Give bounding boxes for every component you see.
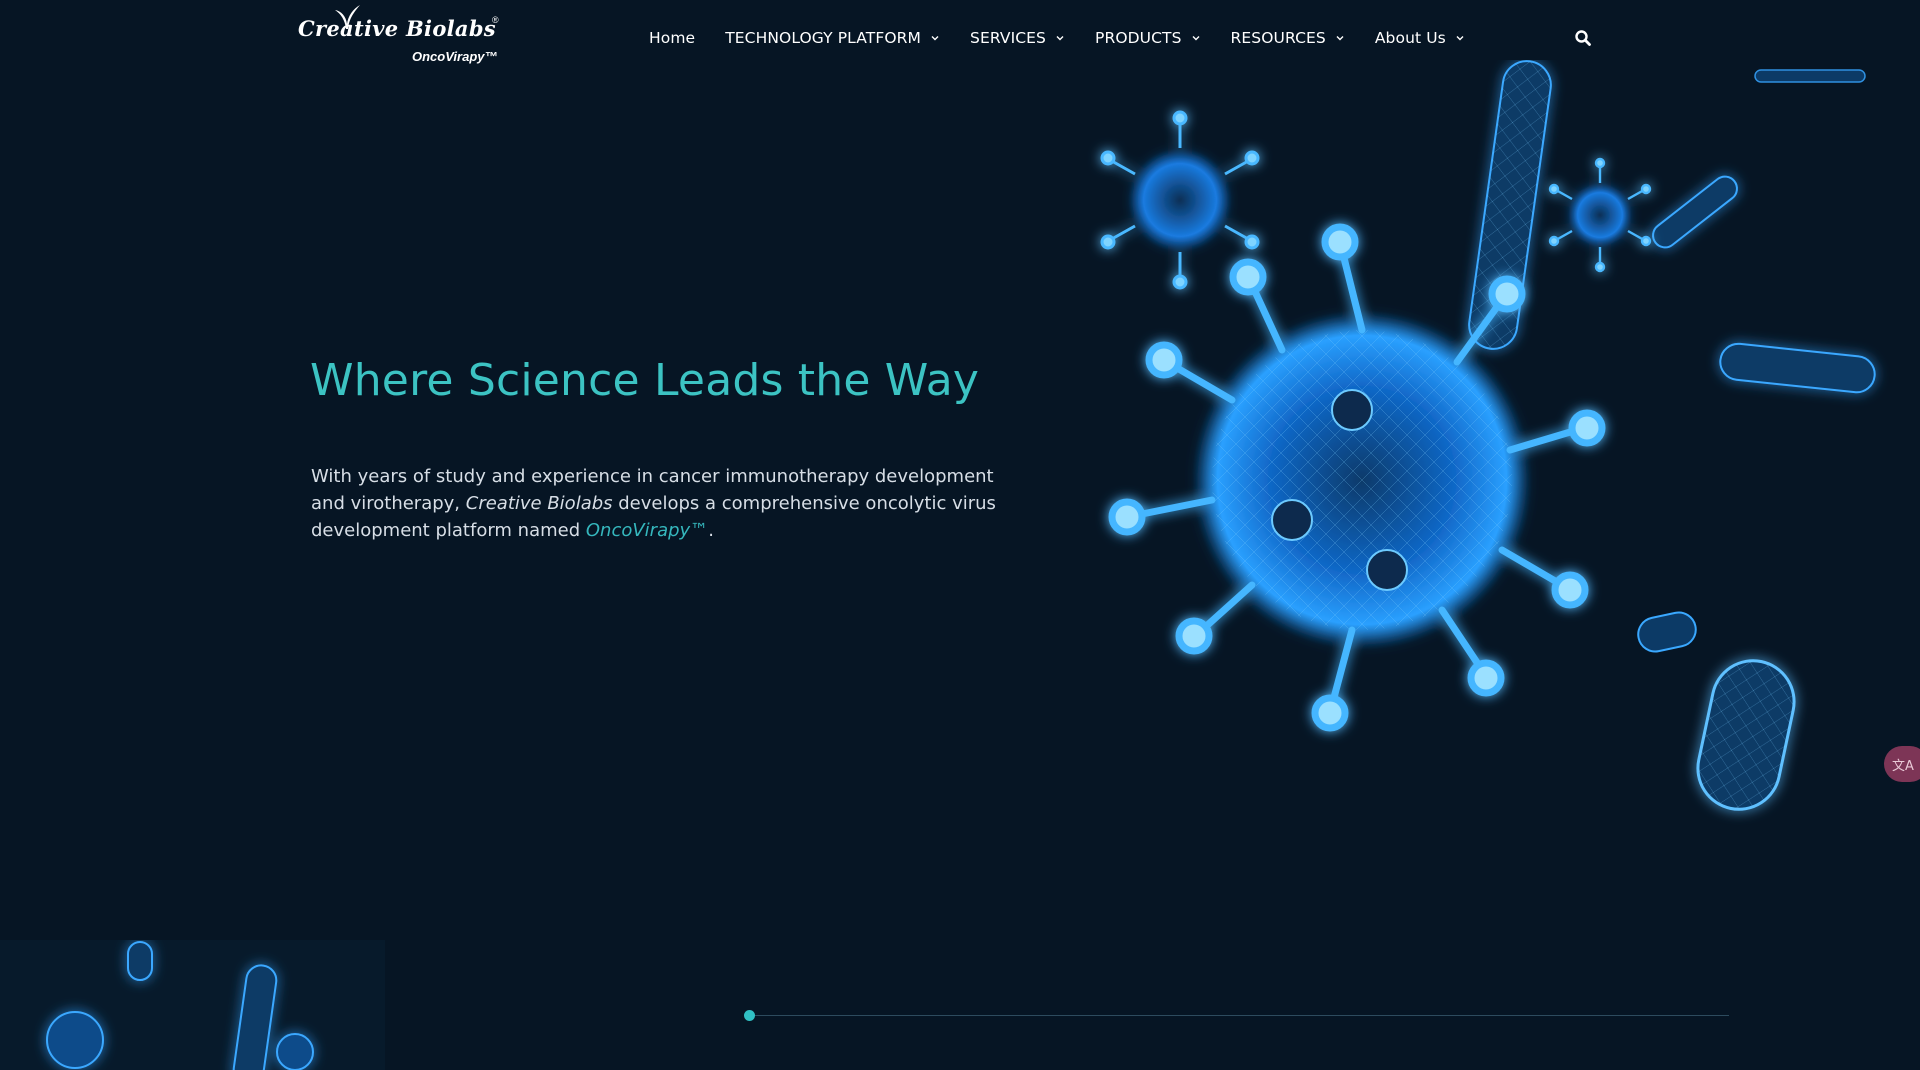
chevron-down-icon — [1056, 35, 1064, 40]
search-icon[interactable] — [1573, 28, 1593, 48]
nav-item-label: TECHNOLOGY PLATFORM — [725, 28, 922, 47]
logo-brand-text: Creative Biolabs — [298, 16, 496, 41]
nav-item-services[interactable]: SERVICES — [970, 29, 1065, 47]
chevron-down-icon — [1456, 35, 1464, 40]
main-virus — [1108, 223, 1606, 732]
nav-item-resources[interactable]: RESOURCES — [1231, 29, 1345, 47]
bacterium-capsule — [1696, 659, 1796, 811]
nav-item-about-us[interactable]: About Us — [1375, 29, 1465, 47]
hero-description: With years of study and experience in ca… — [311, 463, 1011, 544]
slide-thumbnail[interactable] — [0, 940, 385, 1070]
logo[interactable]: Creative Biolabs ® OncoVirapy™ — [298, 5, 503, 70]
company-name: Creative Biolabs — [465, 493, 613, 514]
chevron-down-icon — [1336, 35, 1344, 40]
bacterium-small-oval — [1637, 611, 1697, 653]
small-virus-2 — [1548, 157, 1652, 273]
translate-button[interactable]: 文A — [1884, 746, 1920, 782]
bacterium-rod-3 — [1652, 175, 1738, 249]
small-virus-1 — [1100, 110, 1260, 290]
hero-description-text: . — [708, 520, 714, 541]
slider-progress-track — [750, 1015, 1729, 1016]
hero-title: Where Science Leads the Way — [310, 355, 980, 406]
main-nav: Home TECHNOLOGY PLATFORM SERVICES PRODUC… — [649, 25, 1495, 50]
nav-item-label: PRODUCTS — [1095, 28, 1182, 47]
nav-item-technology-platform[interactable]: TECHNOLOGY PLATFORM — [725, 29, 940, 47]
chevron-down-icon — [931, 35, 939, 40]
logo-product-text: OncoVirapy™ — [412, 49, 498, 64]
nav-item-label: RESOURCES — [1230, 28, 1326, 47]
nav-item-home[interactable]: Home — [649, 29, 695, 47]
nav-item-label: SERVICES — [970, 28, 1046, 47]
nav-item-products[interactable]: PRODUCTS — [1095, 29, 1201, 47]
bacterium-rod-2 — [1719, 342, 1876, 394]
slider-dot-active[interactable] — [744, 1010, 755, 1021]
nav-item-label: About Us — [1374, 28, 1446, 47]
translate-icon: 文A — [1892, 758, 1914, 774]
logo-registered-mark: ® — [492, 15, 499, 25]
product-name-link[interactable]: OncoVirapy™ — [586, 520, 708, 541]
bacterium-rod-4 — [1754, 69, 1866, 83]
chevron-down-icon — [1192, 35, 1200, 40]
virus-illustration — [1100, 60, 1876, 811]
nav-item-label: Home — [649, 28, 696, 47]
